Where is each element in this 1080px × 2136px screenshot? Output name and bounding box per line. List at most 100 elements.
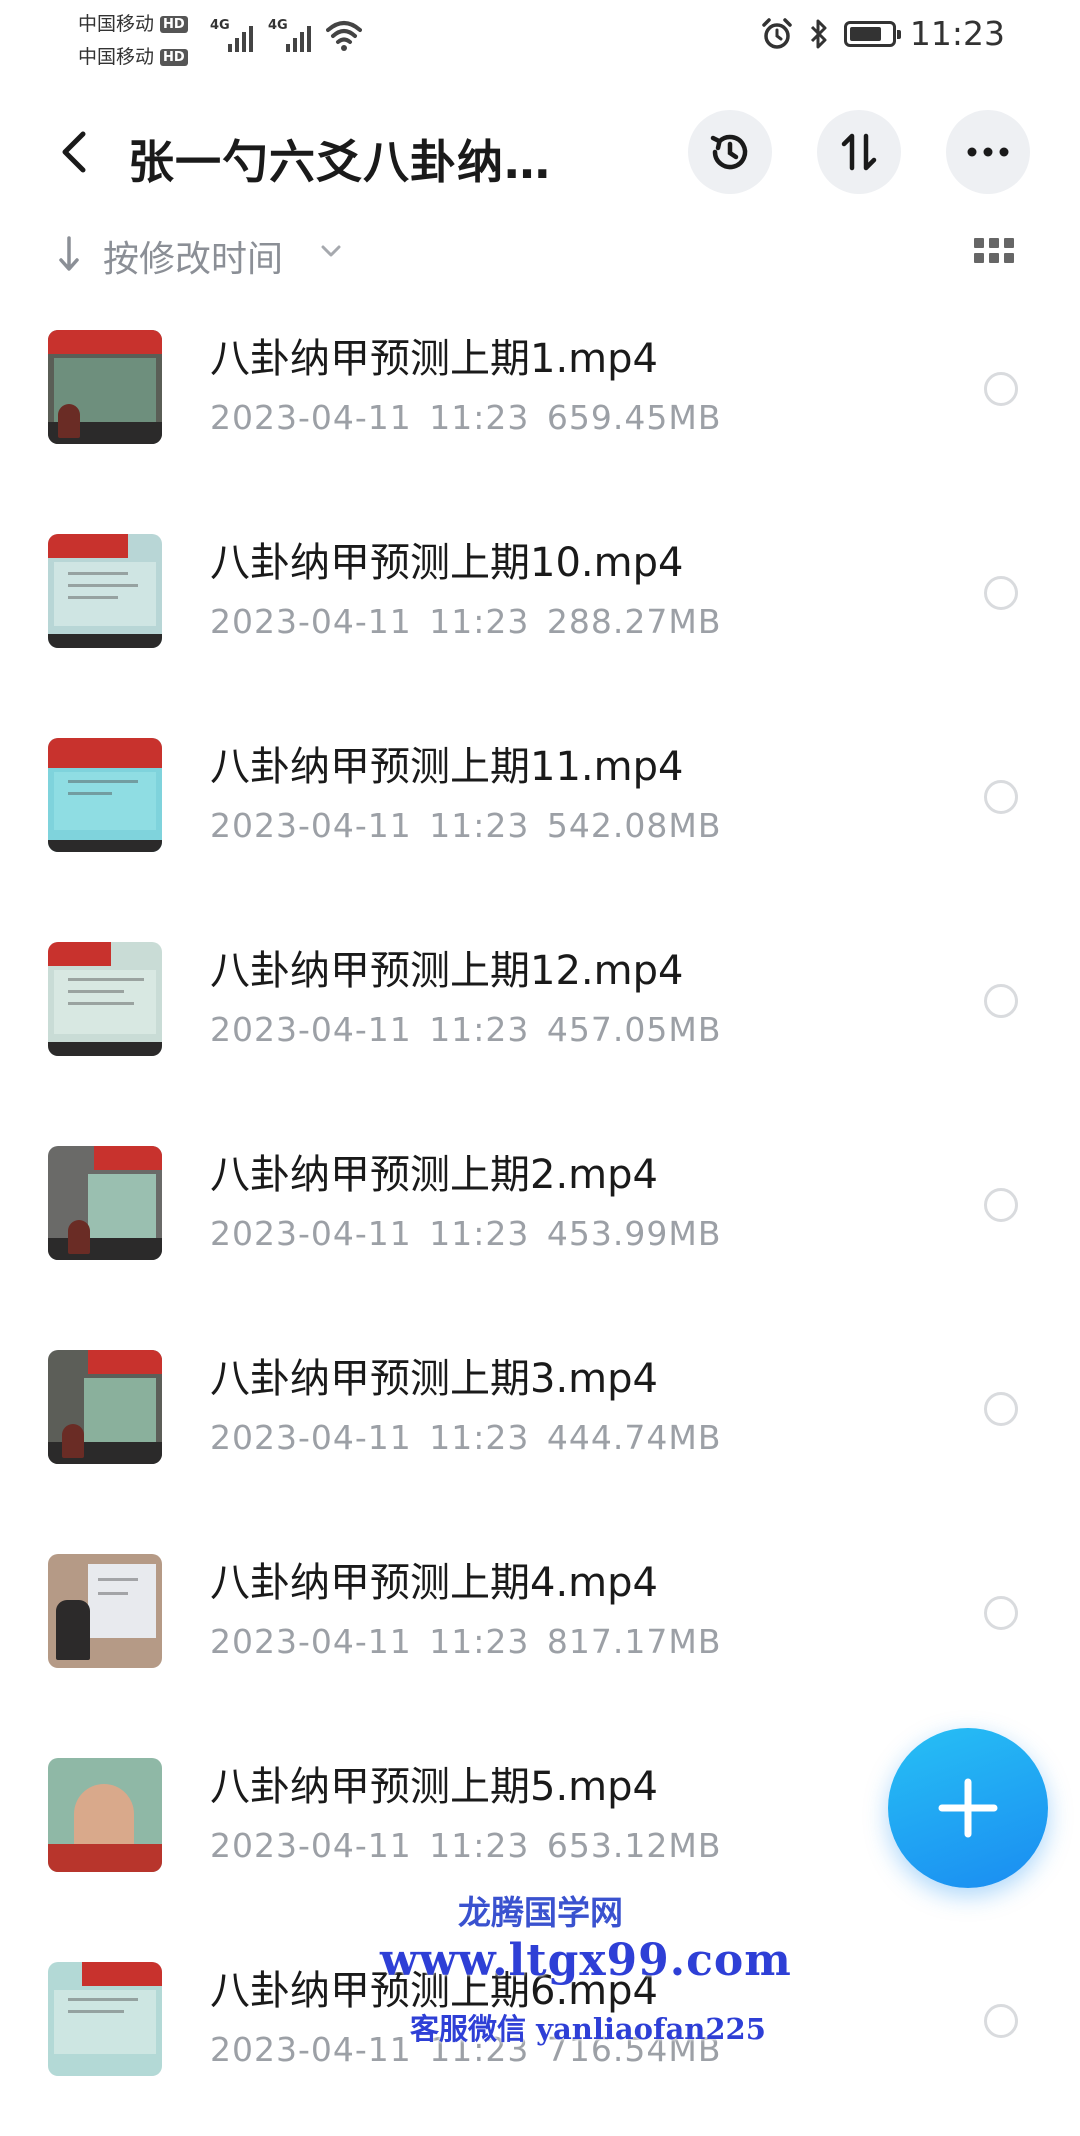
file-list-item[interactable]: 八卦纳甲预测上期3.mp4 2023-04-11 11:23 444.74MB [0, 1320, 1080, 1524]
select-checkbox[interactable] [984, 1188, 1018, 1222]
more-options-button[interactable] [946, 110, 1030, 194]
add-fab-button[interactable] [888, 1728, 1048, 1888]
cell-signal-icon: 4G [210, 18, 258, 52]
sort-criteria-dropdown[interactable]: 按修改时间 [103, 230, 283, 282]
history-button[interactable] [688, 110, 772, 194]
watermark-url: www.ltgx99.com [380, 1935, 792, 1986]
file-meta: 2023-04-11 11:23 444.74MB [210, 1418, 721, 1457]
hd-badge: HD [160, 49, 188, 66]
video-thumbnail [48, 1962, 162, 2076]
bluetooth-icon [810, 19, 827, 48]
grid-view-icon[interactable] [974, 238, 1014, 270]
file-date: 2023-04-11 [210, 2030, 412, 2069]
status-bar: 中国移动 HD 中国移动 HD 4G 4G 11:23 [0, 0, 1080, 70]
carrier-info: 中国移动 HD 中国移动 HD [78, 8, 188, 74]
file-size: 817.17MB [546, 1622, 722, 1661]
file-list-item[interactable]: 八卦纳甲预测上期4.mp4 2023-04-11 11:23 817.17MB [0, 1524, 1080, 1728]
file-size: 457.05MB [546, 1010, 722, 1049]
file-size: 288.27MB [546, 602, 722, 641]
select-checkbox[interactable] [984, 780, 1018, 814]
back-button[interactable] [44, 122, 104, 182]
select-checkbox[interactable] [984, 372, 1018, 406]
hd-badge: HD [160, 16, 188, 33]
watermark-contact: 客服微信 yanliaofan225 [410, 2012, 766, 2046]
file-list-item[interactable]: 八卦纳甲预测上期1.mp4 2023-04-11 11:23 659.45MB [0, 300, 1080, 504]
file-name: 八卦纳甲预测上期11.mp4 [210, 744, 684, 790]
file-size: 453.99MB [546, 1214, 722, 1253]
file-size: 653.12MB [546, 1826, 722, 1865]
file-time: 11:23 [429, 1622, 530, 1661]
plus-icon [938, 1778, 998, 1838]
file-name: 八卦纳甲预测上期12.mp4 [210, 948, 684, 994]
sort-direction-icon[interactable] [56, 234, 82, 274]
cell-signal-icon: 4G [268, 18, 316, 52]
file-time: 11:23 [429, 806, 530, 845]
network-type-label: 4G [210, 18, 230, 33]
file-date: 2023-04-11 [210, 602, 412, 641]
file-time: 11:23 [429, 602, 530, 641]
file-time: 11:23 [429, 1010, 530, 1049]
file-list-item[interactable]: 八卦纳甲预测上期11.mp4 2023-04-11 11:23 542.08MB [0, 708, 1080, 912]
file-meta: 2023-04-11 11:23 457.05MB [210, 1010, 721, 1049]
video-thumbnail [48, 738, 162, 852]
file-name: 八卦纳甲预测上期2.mp4 [210, 1152, 658, 1198]
file-name: 八卦纳甲预测上期5.mp4 [210, 1764, 658, 1810]
file-list-item[interactable]: 八卦纳甲预测上期2.mp4 2023-04-11 11:23 453.99MB [0, 1116, 1080, 1320]
alarm-icon [762, 17, 792, 49]
file-time: 11:23 [429, 1418, 530, 1457]
video-thumbnail [48, 534, 162, 648]
file-meta: 2023-04-11 11:23 653.12MB [210, 1826, 721, 1865]
file-date: 2023-04-11 [210, 1622, 412, 1661]
file-size: 659.45MB [546, 398, 722, 437]
file-date: 2023-04-11 [210, 1214, 412, 1253]
network-type-label: 4G [268, 18, 288, 33]
battery-icon [843, 20, 901, 47]
file-date: 2023-04-11 [210, 1418, 412, 1457]
file-name: 八卦纳甲预测上期1.mp4 [210, 336, 658, 382]
file-time: 11:23 [429, 1214, 530, 1253]
file-date: 2023-04-11 [210, 806, 412, 845]
sort-bar: 按修改时间 [0, 220, 1080, 290]
history-clock-icon [710, 134, 748, 170]
file-list-item[interactable]: 八卦纳甲预测上期10.mp4 2023-04-11 11:23 288.27MB [0, 504, 1080, 708]
file-name: 八卦纳甲预测上期10.mp4 [210, 540, 684, 586]
select-checkbox[interactable] [984, 576, 1018, 610]
file-size: 542.08MB [546, 806, 722, 845]
sort-order-button[interactable] [817, 110, 901, 194]
top-app-bar: 张一勺六爻八卦纳… [0, 100, 1080, 210]
video-thumbnail [48, 1146, 162, 1260]
file-size: 444.74MB [546, 1418, 722, 1457]
video-thumbnail [48, 330, 162, 444]
file-meta: 2023-04-11 11:23 453.99MB [210, 1214, 721, 1253]
back-arrow-icon [62, 131, 86, 173]
video-thumbnail [48, 1554, 162, 1668]
sort-updown-icon [841, 133, 877, 171]
file-date: 2023-04-11 [210, 1826, 412, 1865]
watermark-site-name: 龙腾国学网 [458, 1893, 623, 1932]
file-date: 2023-04-11 [210, 398, 412, 437]
video-thumbnail [48, 1758, 162, 1872]
file-meta: 2023-04-11 11:23 288.27MB [210, 602, 721, 641]
file-date: 2023-04-11 [210, 1010, 412, 1049]
chevron-down-icon[interactable] [320, 244, 342, 258]
clock-time: 11:23 [909, 14, 1005, 53]
file-list-item[interactable]: 八卦纳甲预测上期12.mp4 2023-04-11 11:23 457.05MB [0, 912, 1080, 1116]
file-time: 11:23 [429, 398, 530, 437]
file-meta: 2023-04-11 11:23 817.17MB [210, 1622, 721, 1661]
file-meta: 2023-04-11 11:23 542.08MB [210, 806, 721, 845]
carrier-name-2: 中国移动 [78, 46, 155, 68]
select-checkbox[interactable] [984, 1596, 1018, 1630]
select-checkbox[interactable] [984, 1392, 1018, 1426]
file-meta: 2023-04-11 11:23 659.45MB [210, 398, 721, 437]
file-name: 八卦纳甲预测上期4.mp4 [210, 1560, 658, 1606]
file-name: 八卦纳甲预测上期3.mp4 [210, 1356, 658, 1402]
more-dots-icon [967, 147, 1009, 157]
page-title: 张一勺六爻八卦纳… [128, 135, 551, 189]
select-checkbox[interactable] [984, 984, 1018, 1018]
video-thumbnail [48, 1350, 162, 1464]
signal-indicators: 4G 4G [210, 18, 362, 52]
wifi-icon [326, 21, 362, 51]
status-right: 11:23 [760, 14, 1005, 53]
file-time: 11:23 [429, 1826, 530, 1865]
select-checkbox[interactable] [984, 2004, 1018, 2038]
